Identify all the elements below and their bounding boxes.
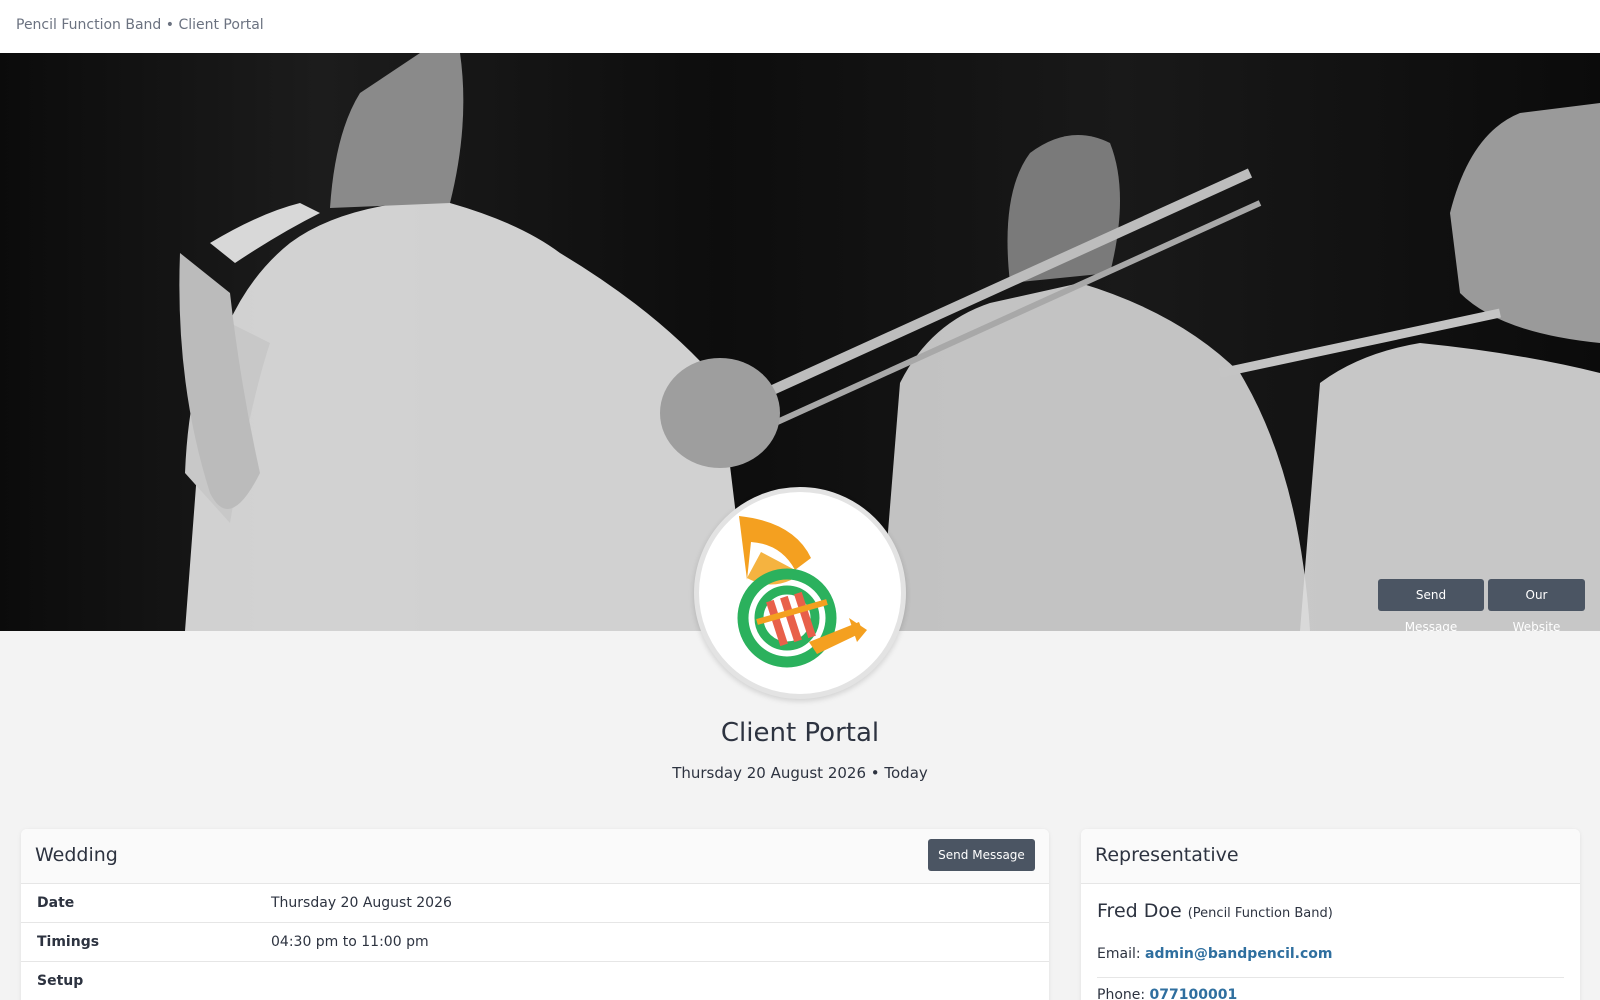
divider: [1097, 977, 1564, 978]
phone-label: Phone:: [1097, 987, 1146, 1000]
detail-label: Setup: [37, 973, 84, 989]
representative-name-line: Fred Doe (Pencil Function Band): [1097, 900, 1333, 922]
page-title: Client Portal: [720, 718, 880, 748]
detail-row-setup: Setup: [21, 962, 1049, 1000]
event-card: Wedding Send Message Date Thursday 20 Au…: [21, 829, 1049, 1000]
page-subtitle: Thursday 20 August 2026 • Today: [672, 764, 928, 782]
representative-card: Representative Fred Doe (Pencil Function…: [1081, 829, 1580, 1000]
our-website-button[interactable]: Our Website: [1488, 579, 1585, 631]
hero-send-message-button[interactable]: Send Message: [1378, 579, 1484, 631]
detail-label: Date: [37, 895, 75, 911]
detail-label: Timings: [37, 934, 100, 950]
email-label: Email:: [1097, 946, 1141, 962]
top-bar: Pencil Function Band • Client Portal: [0, 0, 1600, 53]
detail-value: 04:30 pm to 11:00 pm: [271, 934, 429, 950]
representative-phone-line: Phone: 077100001: [1097, 987, 1237, 1000]
french-horn-icon: [737, 516, 867, 668]
detail-row-timings: Timings 04:30 pm to 11:00 pm: [21, 923, 1049, 962]
event-send-message-button[interactable]: Send Message: [928, 839, 1035, 871]
representative-title: Representative: [1095, 844, 1239, 866]
representative-name: Fred Doe: [1097, 900, 1182, 922]
representative-email-line: Email: admin@bandpencil.com: [1097, 946, 1333, 962]
band-logo: [694, 487, 906, 699]
detail-value: Thursday 20 August 2026: [271, 895, 452, 911]
email-link[interactable]: admin@bandpencil.com: [1145, 946, 1332, 962]
detail-row-date: Date Thursday 20 August 2026: [21, 884, 1049, 923]
brand-title[interactable]: Pencil Function Band • Client Portal: [16, 17, 264, 33]
representative-org: (Pencil Function Band): [1187, 906, 1333, 921]
event-card-header: Wedding Send Message: [21, 829, 1049, 884]
event-title: Wedding: [35, 844, 118, 866]
phone-link[interactable]: 077100001: [1150, 987, 1238, 1000]
representative-card-header: Representative: [1081, 829, 1580, 884]
